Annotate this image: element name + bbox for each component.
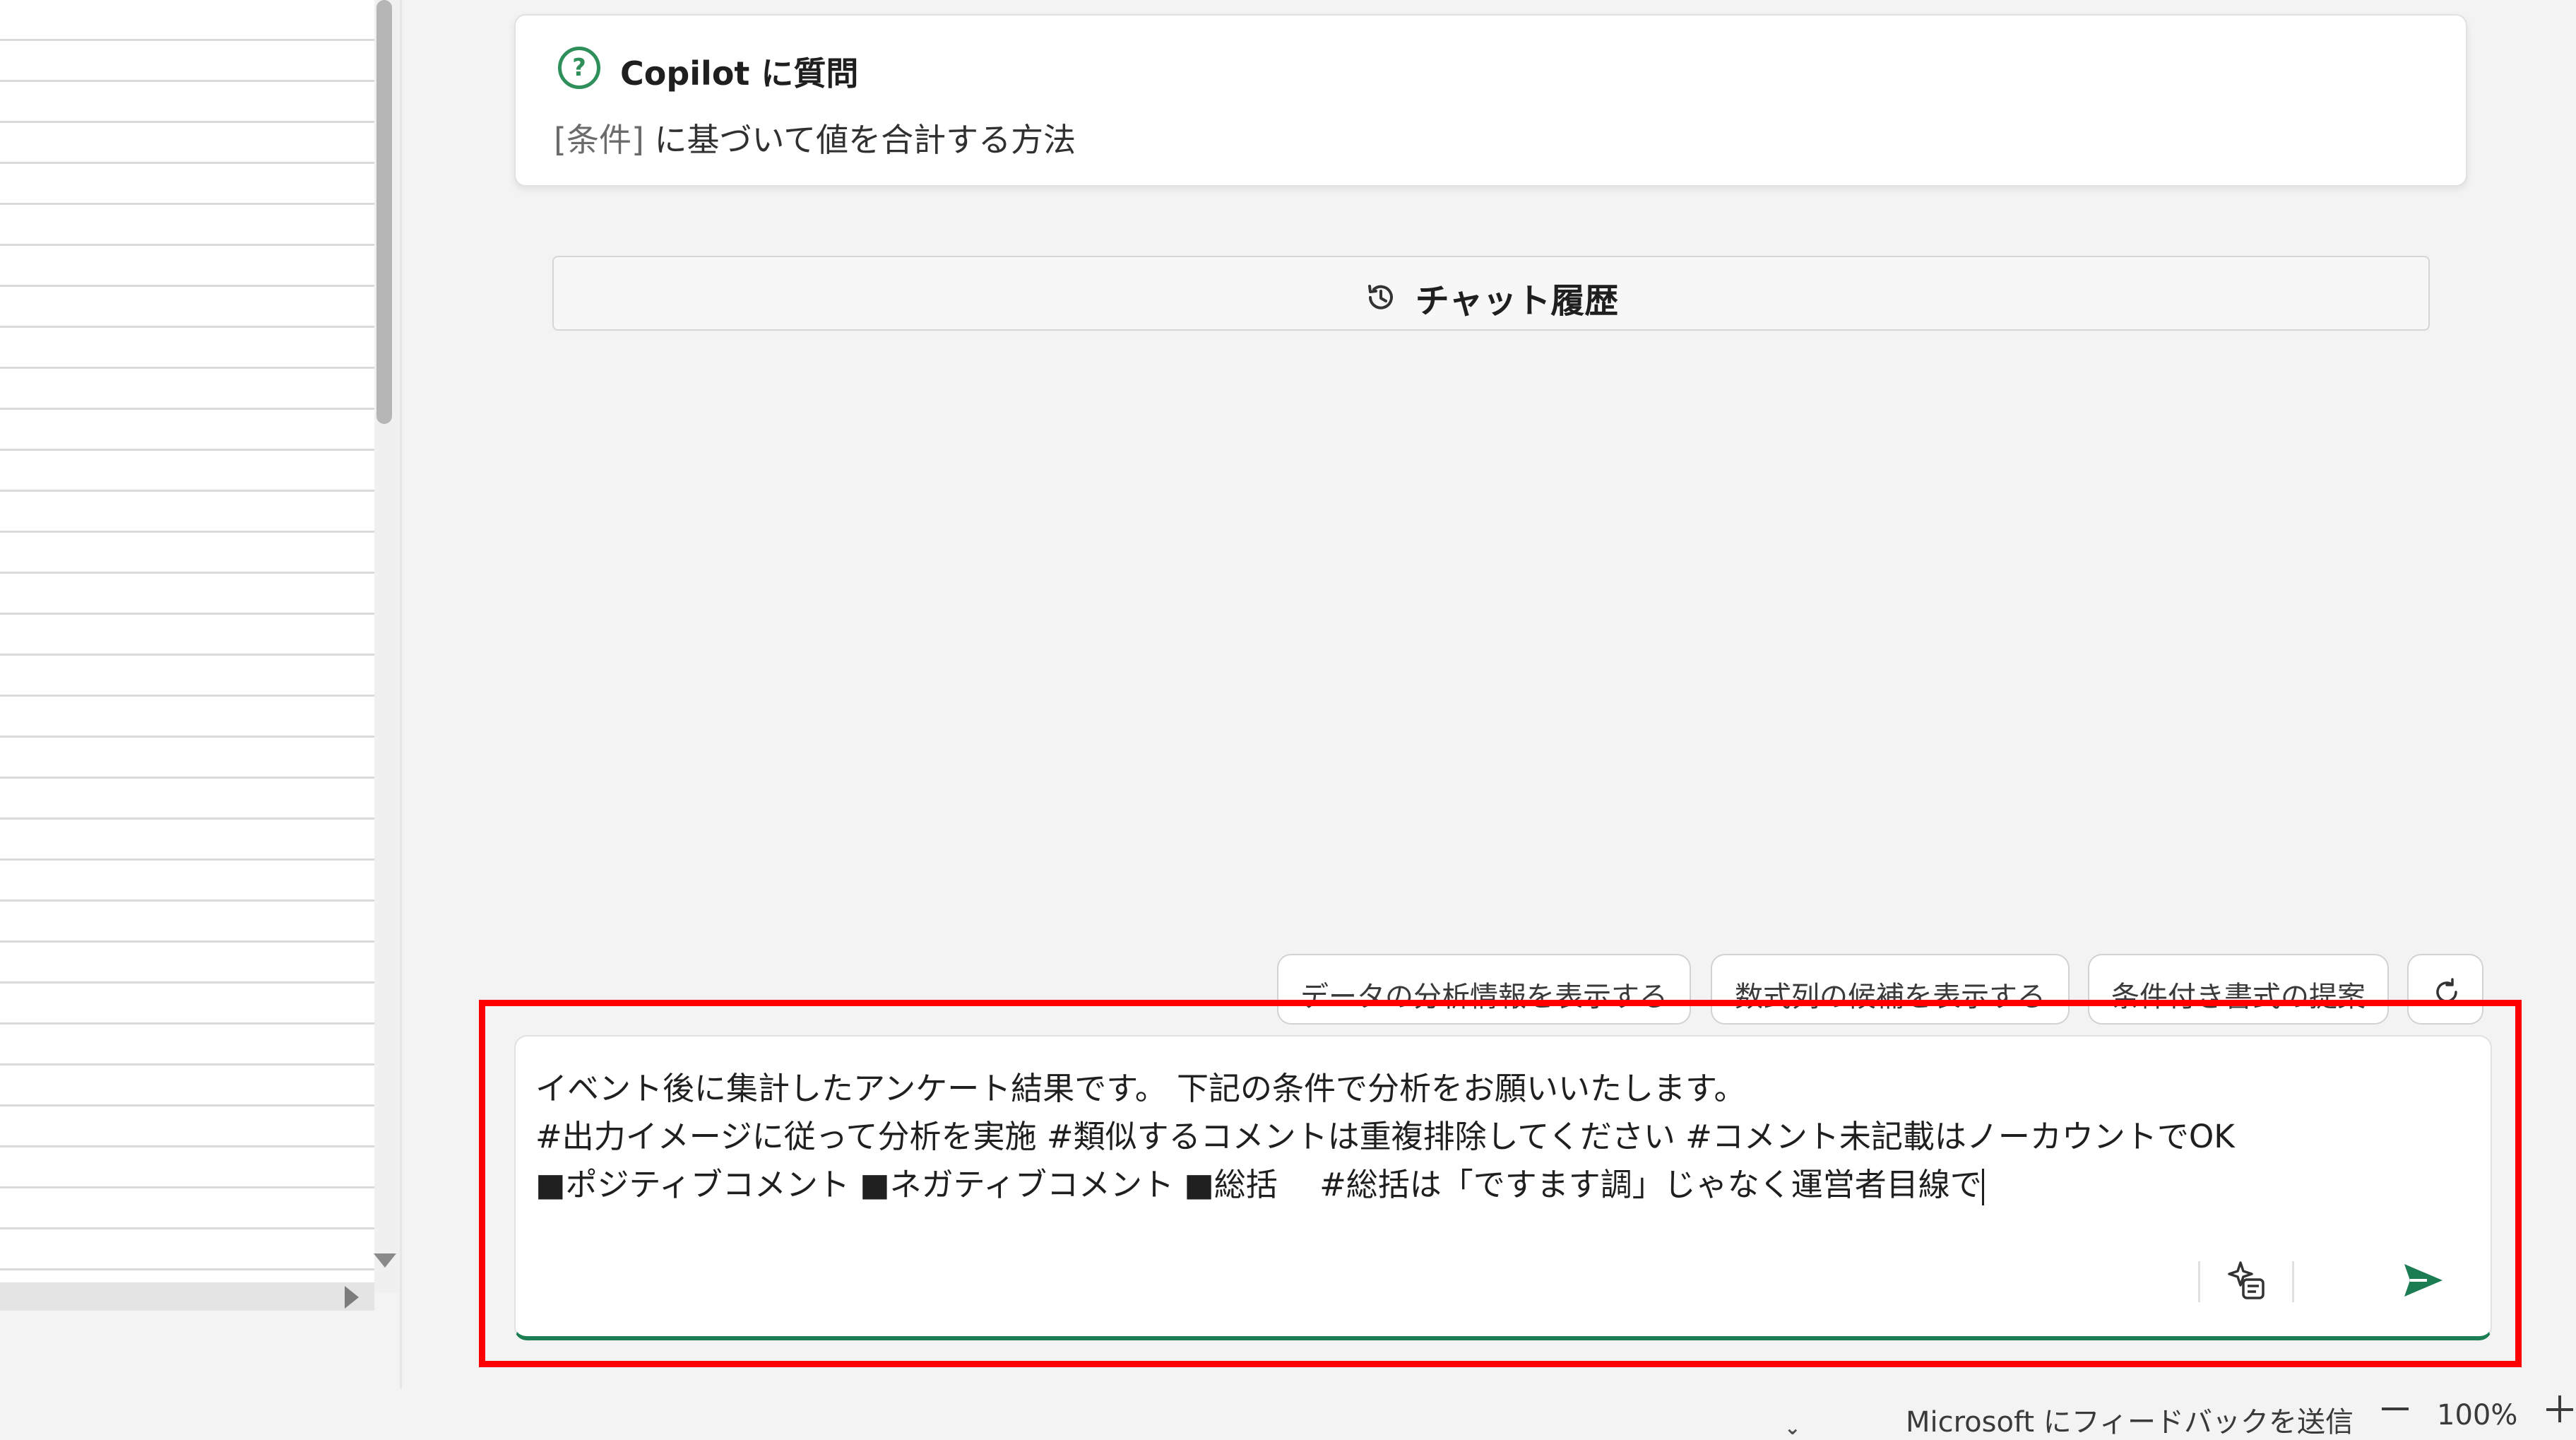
prompt-line-3: ■ポジティブコメント ■ネガティブコメント ■総括 #総括は「ですます調」じゃな… <box>535 1166 1982 1203</box>
send-icon[interactable] <box>2399 1256 2448 1305</box>
prompt-line-2: #出力イメージに従って分析を実施 #類似するコメントは重複排除してください #コ… <box>535 1118 2235 1155</box>
copilot-prompt-input[interactable]: イベント後に集計したアンケート結果です。 下記の条件で分析をお願いいたします。 … <box>514 1035 2492 1340</box>
chat-history-label: チャット履歴 <box>1415 281 1619 321</box>
suggestion-chip-label: データの分析情報を表示する <box>1300 981 1668 1013</box>
ask-card-title: Copilot に質問 <box>620 54 859 93</box>
ask-card-suggestion-text: に基づいて値を合計する方法 <box>643 121 1076 159</box>
icon-separator <box>2292 1261 2294 1302</box>
chat-history-button[interactable]: チャット履歴 <box>552 256 2430 331</box>
worksheet-grid[interactable] <box>0 0 374 1293</box>
sparkle-prompt-icon[interactable] <box>2222 1256 2272 1305</box>
copilot-ask-card[interactable]: ? Copilot に質問 [条件] に基づいて値を合計する方法 <box>514 14 2467 187</box>
suggestion-chip-label: 条件付き書式の提案 <box>2111 981 2366 1013</box>
question-circle-icon: ? <box>558 47 600 89</box>
suggestion-chip-conditional-format[interactable]: 条件付き書式の提案 <box>2088 954 2389 1025</box>
zoom-out-button[interactable] <box>2382 1407 2409 1410</box>
suggestion-chip-label: 数式列の候補を表示する <box>1735 981 2046 1013</box>
scroll-right-arrow-icon[interactable] <box>345 1286 359 1309</box>
feedback-link[interactable]: Microsoft にフィードバックを送信 <box>1906 1399 2354 1440</box>
text-caret <box>1981 1169 1984 1205</box>
vertical-scrollbar-thumb[interactable] <box>376 0 392 424</box>
suggestion-chip-formula-columns[interactable]: 数式列の候補を表示する <box>1711 954 2070 1025</box>
suggestion-chip-insights[interactable]: データの分析情報を表示する <box>1277 954 1691 1025</box>
pane-divider[interactable] <box>400 0 402 1388</box>
microphone-icon[interactable] <box>2310 1256 2359 1305</box>
zoom-in-button[interactable] <box>2546 1395 2575 1424</box>
refresh-suggestions-button[interactable] <box>2407 954 2483 1025</box>
refresh-icon <box>2436 978 2457 1003</box>
prompt-text[interactable]: イベント後に集計したアンケート結果です。 下記の条件で分析をお願いいたします。 … <box>535 1065 2235 1209</box>
horizontal-scrollbar[interactable] <box>0 1282 374 1311</box>
ask-card-suggestion[interactable]: [条件] に基づいて値を合計する方法 <box>554 114 1076 161</box>
prompt-line-1: イベント後に集計したアンケート結果です。 下記の条件で分析をお願いいたします。 <box>535 1070 1746 1107</box>
zoom-level[interactable]: 100% <box>2437 1399 2517 1432</box>
condition-token: [条件] <box>554 121 644 159</box>
scroll-down-arrow-icon[interactable] <box>374 1253 396 1268</box>
chevron-down-icon[interactable]: ⌄ <box>1784 1416 1800 1439</box>
worksheet-rows <box>0 0 374 1282</box>
history-clock-icon <box>1367 285 1393 309</box>
